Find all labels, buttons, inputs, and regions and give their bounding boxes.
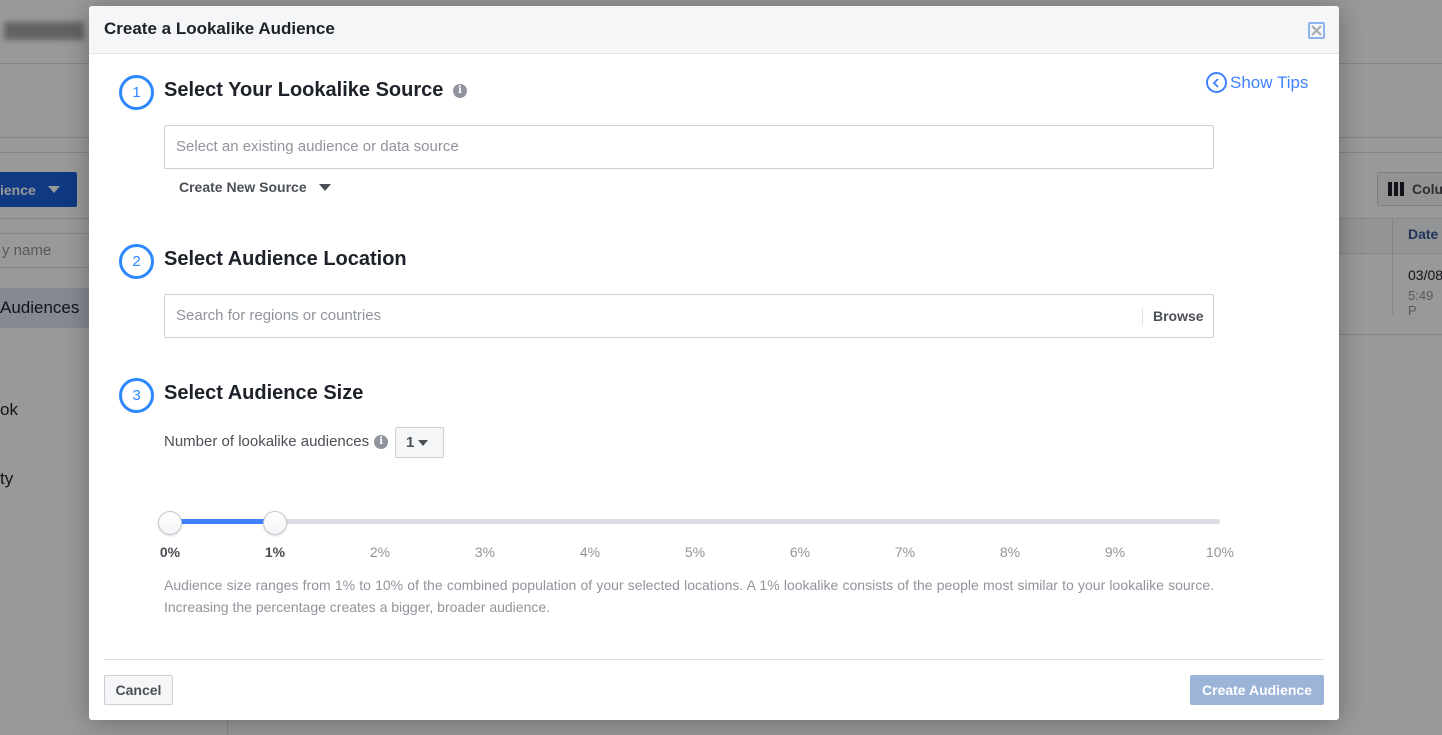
close-icon (1311, 25, 1322, 36)
number-of-audiences-label: Number of lookalike audiences i (164, 433, 389, 450)
show-tips-link[interactable]: Show Tips (1206, 72, 1308, 93)
create-new-source-dropdown[interactable]: Create New Source (179, 179, 331, 195)
audience-size-slider-fill (170, 519, 275, 524)
caret-down-icon (318, 183, 331, 191)
location-search-input[interactable]: Search for regions or countries Browse (164, 294, 1214, 338)
dialog-title: Create a Lookalike Audience (104, 19, 335, 38)
slider-tick-label: 8% (999, 544, 1021, 560)
slider-tick-label: 6% (789, 544, 811, 560)
slider-tick-label: 4% (579, 544, 601, 560)
lookalike-source-input[interactable]: Select an existing audience or data sour… (164, 125, 1214, 169)
slider-tick-label: 10% (1205, 544, 1235, 560)
slider-handle-start[interactable] (158, 511, 182, 535)
slider-handle-end[interactable] (263, 511, 287, 535)
info-icon[interactable]: i (452, 83, 467, 98)
slider-tick-label: 0% (159, 544, 181, 560)
lookalike-audience-dialog: Create a Lookalike Audience Show Tips 1 … (89, 6, 1339, 720)
close-button[interactable] (1308, 22, 1325, 39)
step-2-badge: 2 (119, 244, 154, 279)
slider-tick-label: 5% (684, 544, 706, 560)
audience-size-slider-track[interactable] (170, 519, 1220, 524)
info-icon[interactable]: i (374, 434, 389, 449)
cancel-button[interactable]: Cancel (104, 675, 173, 705)
chevron-left-circle-icon (1206, 72, 1227, 93)
step-1-title: Select Your Lookalike Source i (164, 79, 467, 102)
browse-button[interactable]: Browse (1153, 295, 1204, 337)
slider-tick-label: 7% (894, 544, 916, 560)
dialog-header: Create a Lookalike Audience (89, 6, 1339, 54)
caret-down-icon (418, 439, 429, 446)
step-2-title: Select Audience Location (164, 248, 407, 270)
number-of-audiences-select[interactable]: 1 (395, 427, 444, 458)
slider-tick-label: 2% (369, 544, 391, 560)
step-1-badge: 1 (119, 75, 154, 110)
slider-tick-label: 3% (474, 544, 496, 560)
slider-tick-label: 1% (264, 544, 286, 560)
audience-size-description: Audience size ranges from 1% to 10% of t… (164, 577, 1214, 615)
slider-tick-label: 9% (1104, 544, 1126, 560)
step-3-badge: 3 (119, 378, 154, 413)
create-audience-button[interactable]: Create Audience (1190, 675, 1324, 705)
step-3-title: Select Audience Size (164, 382, 364, 404)
